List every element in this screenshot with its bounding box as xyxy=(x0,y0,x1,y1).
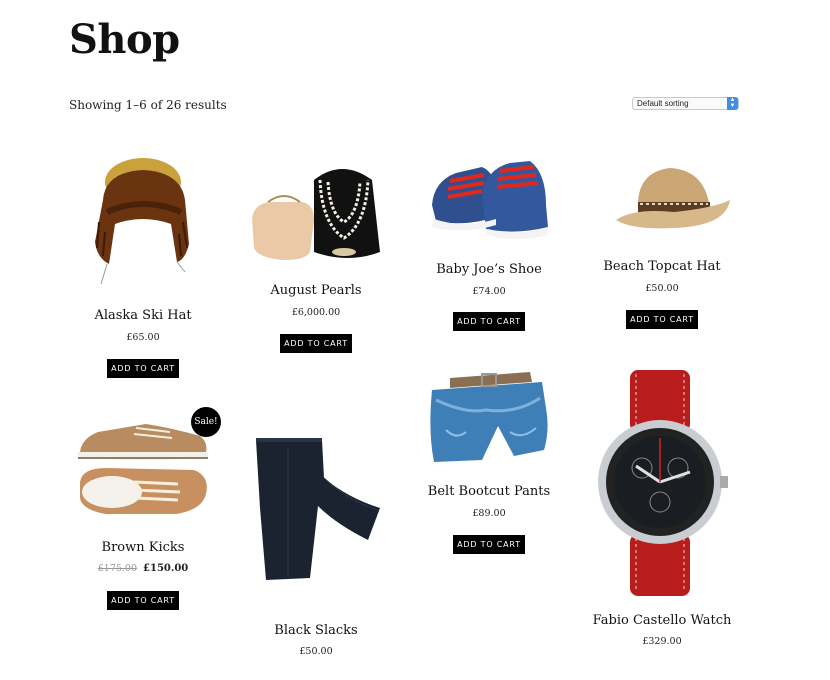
product-price: £50.00 xyxy=(299,646,333,657)
product-price: £74.00 xyxy=(472,286,506,297)
add-to-cart-button[interactable]: ADD TO CART xyxy=(107,359,179,378)
product-title[interactable]: Beach Topcat Hat xyxy=(587,259,737,274)
product-price: £329.00 xyxy=(642,636,682,647)
denim-shorts-image[interactable] xyxy=(426,370,550,466)
add-to-cart-button[interactable]: ADD TO CART xyxy=(626,310,698,329)
product-title[interactable]: Black Slacks xyxy=(241,623,391,638)
add-to-cart-button[interactable]: ADD TO CART xyxy=(107,591,179,610)
sorting-select[interactable]: Default sorting ▲ ▼ xyxy=(632,97,739,110)
sale-price: £150.00 xyxy=(143,563,189,574)
pearl-necklace-image[interactable] xyxy=(248,160,384,264)
product-title[interactable]: Belt Bootcut Pants xyxy=(414,484,564,499)
page-title: Shop xyxy=(69,16,180,63)
product-title[interactable]: Brown Kicks xyxy=(68,540,218,555)
black-trousers-image[interactable] xyxy=(252,438,384,584)
product-title[interactable]: Fabio Castello Watch xyxy=(587,613,737,628)
product-title[interactable]: Alaska Ski Hat xyxy=(68,308,218,323)
product-title[interactable]: August Pearls xyxy=(241,283,391,298)
brown-sneakers-image[interactable] xyxy=(76,418,214,520)
straw-fedora-image[interactable] xyxy=(614,164,732,238)
product-price: £65.00 xyxy=(126,332,160,343)
sale-badge: Sale! xyxy=(191,407,221,437)
product-title[interactable]: Baby Joe’s Shoe xyxy=(414,262,564,277)
fur-trapper-hat-image[interactable] xyxy=(85,152,201,287)
product-price: £175.00 £150.00 xyxy=(68,563,218,574)
product-price: £50.00 xyxy=(645,283,679,294)
baby-sneakers-image[interactable] xyxy=(426,155,552,241)
result-count: Showing 1–6 of 26 results xyxy=(69,98,227,112)
add-to-cart-button[interactable]: ADD TO CART xyxy=(280,334,352,353)
sorting-select-value: Default sorting xyxy=(637,99,689,108)
add-to-cart-button[interactable]: ADD TO CART xyxy=(453,535,525,554)
product-price: £6,000.00 xyxy=(291,307,341,318)
product-price: £89.00 xyxy=(472,508,506,519)
add-to-cart-button[interactable]: ADD TO CART xyxy=(453,312,525,331)
chronograph-watch-image[interactable] xyxy=(596,368,730,598)
select-arrows-icon: ▲ ▼ xyxy=(727,97,738,110)
original-price: £175.00 xyxy=(97,563,138,574)
